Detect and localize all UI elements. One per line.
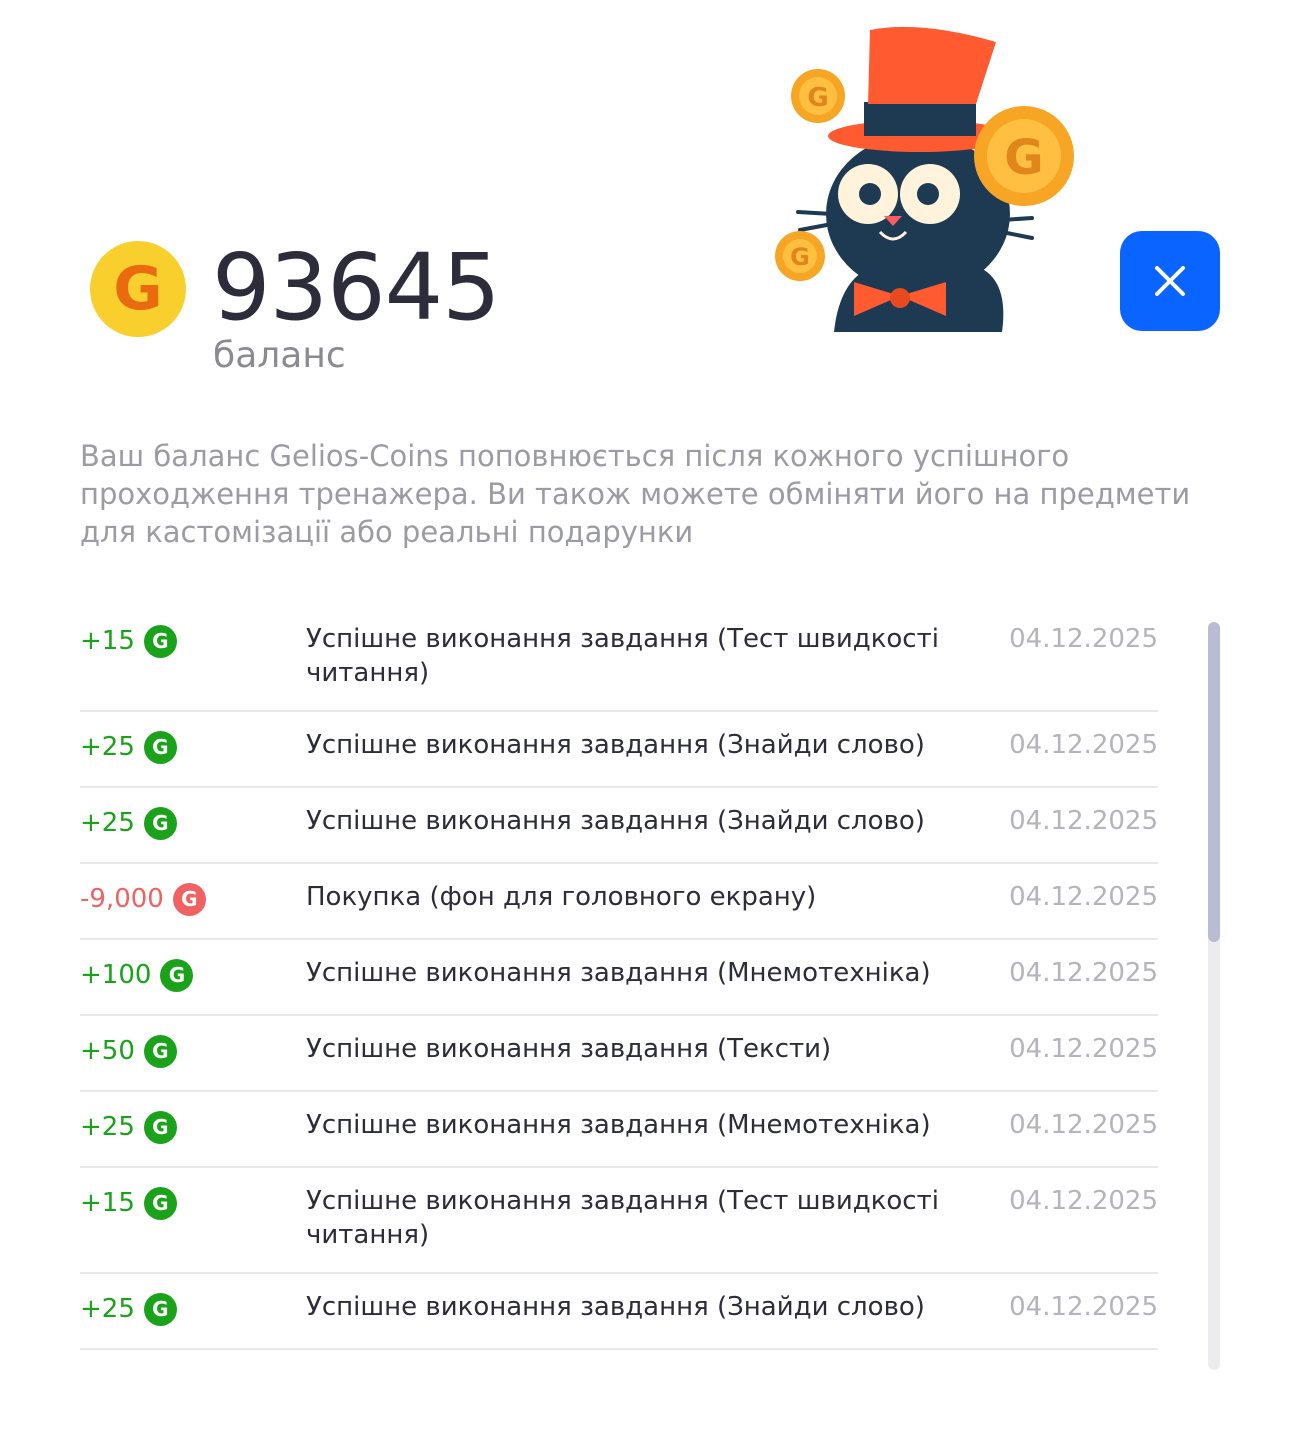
transaction-amount-value: +25 <box>80 732 135 762</box>
coin-icon: G <box>172 882 206 916</box>
balance-coin-letter: G <box>113 254 163 324</box>
coin-icon: G <box>143 730 177 764</box>
transaction-description: Успішне виконання завдання (Знайди слово… <box>306 730 925 760</box>
transaction-date: 04.12.2025 <box>1009 806 1158 836</box>
transaction-amount: -9,000 G <box>80 880 306 918</box>
mascot-coin-letter: G <box>807 83 828 113</box>
transaction-description: Успішне виконання завдання (Мнемотехніка… <box>306 958 931 988</box>
transaction-date: 04.12.2025 <box>1009 1292 1158 1322</box>
transaction-amount: +25 G <box>80 1290 306 1328</box>
transaction-description: Успішне виконання завдання (Мнемотехніка… <box>306 1110 931 1140</box>
transaction-amount-value: -9,000 <box>80 884 164 914</box>
transaction-description: Успішне виконання завдання (Тексти) <box>306 1034 832 1064</box>
transaction-amount: +100 G <box>80 956 306 994</box>
coin-icon: G <box>143 1186 177 1220</box>
balance-value: 93645 <box>212 234 501 341</box>
transaction-date: 04.12.2025 <box>1009 624 1158 654</box>
transaction-amount: +50 G <box>80 1032 306 1070</box>
balance-coin-icon: G <box>90 241 186 337</box>
transaction-date: 04.12.2025 <box>1009 1034 1158 1064</box>
coin-icon: G <box>143 1110 177 1144</box>
coin-icon: G <box>143 1292 177 1326</box>
transaction-amount: +15 G <box>80 1184 306 1222</box>
transaction-description: Покупка (фон для головного екрану) <box>306 882 817 912</box>
transaction-row: +25 G Успішне виконання завдання (Мнемотех… <box>80 1092 1158 1168</box>
transaction-row: +15 G Успішне виконання завдання (Тест шви… <box>80 606 1158 712</box>
close-button[interactable] <box>1120 231 1220 331</box>
transaction-row: +25 G Успішне виконання завдання (Знайди с… <box>80 788 1158 864</box>
balance-label: баланс <box>213 335 346 376</box>
transaction-amount: +15 G <box>80 622 306 660</box>
transaction-date: 04.12.2025 <box>1009 730 1158 760</box>
transaction-date: 04.12.2025 <box>1009 882 1158 912</box>
transaction-amount: +25 G <box>80 728 306 766</box>
transaction-date: 04.12.2025 <box>1009 1110 1158 1140</box>
transaction-amount-value: +15 <box>80 626 135 656</box>
transaction-row: -9,000 G Покупка (фон для головного екрану… <box>80 864 1158 940</box>
transaction-description: Успішне виконання завдання (Тест швидкос… <box>306 624 939 688</box>
coin-icon: G <box>143 806 177 840</box>
transaction-description: Успішне виконання завдання (Знайди слово… <box>306 806 925 836</box>
mascot-coin-letter: G <box>1004 130 1043 186</box>
transaction-row: +15 G Успішне виконання завдання (Тест шви… <box>80 1168 1158 1274</box>
transaction-description: Успішне виконання завдання (Знайди слово… <box>306 1292 925 1322</box>
balance-description: Ваш баланс Gelios-Coins поповнюється піс… <box>80 439 1191 549</box>
scrollbar-thumb[interactable] <box>1208 622 1220 942</box>
transaction-amount-value: +25 <box>80 1112 135 1142</box>
transaction-amount-value: +25 <box>80 808 135 838</box>
transaction-row: +50 G Успішне виконання завдання (Тексти) 0… <box>80 1016 1158 1092</box>
transaction-date: 04.12.2025 <box>1009 958 1158 988</box>
coin-icon: G <box>143 1034 177 1068</box>
transaction-description: Успішне виконання завдання (Тест швидкос… <box>306 1186 939 1250</box>
transaction-amount-value: +25 <box>80 1294 135 1324</box>
transaction-row: +25 G Успішне виконання завдання (Знайди с… <box>80 1274 1158 1350</box>
transaction-history-list: +15 G Успішне виконання завдання (Тест шви… <box>80 606 1158 1350</box>
transaction-date: 04.12.2025 <box>1009 1186 1158 1216</box>
coin-icon: G <box>160 958 194 992</box>
transaction-amount-value: +100 <box>80 960 152 990</box>
transaction-row: +25 G Успішне виконання завдання (Знайди с… <box>80 712 1158 788</box>
transaction-amount-value: +15 <box>80 1188 135 1218</box>
coin-icon: G <box>143 624 177 658</box>
transaction-amount-value: +50 <box>80 1036 135 1066</box>
transaction-amount: +25 G <box>80 1108 306 1146</box>
mascot-cat-illustration: G G G <box>775 26 1074 332</box>
close-icon <box>1155 266 1185 296</box>
scrollbar-track[interactable] <box>1208 622 1220 1370</box>
transaction-amount: +25 G <box>80 804 306 842</box>
mascot-coin-letter: G <box>790 243 810 271</box>
transaction-row: +100 G Успішне виконання завдання (Мнемоте… <box>80 940 1158 1016</box>
